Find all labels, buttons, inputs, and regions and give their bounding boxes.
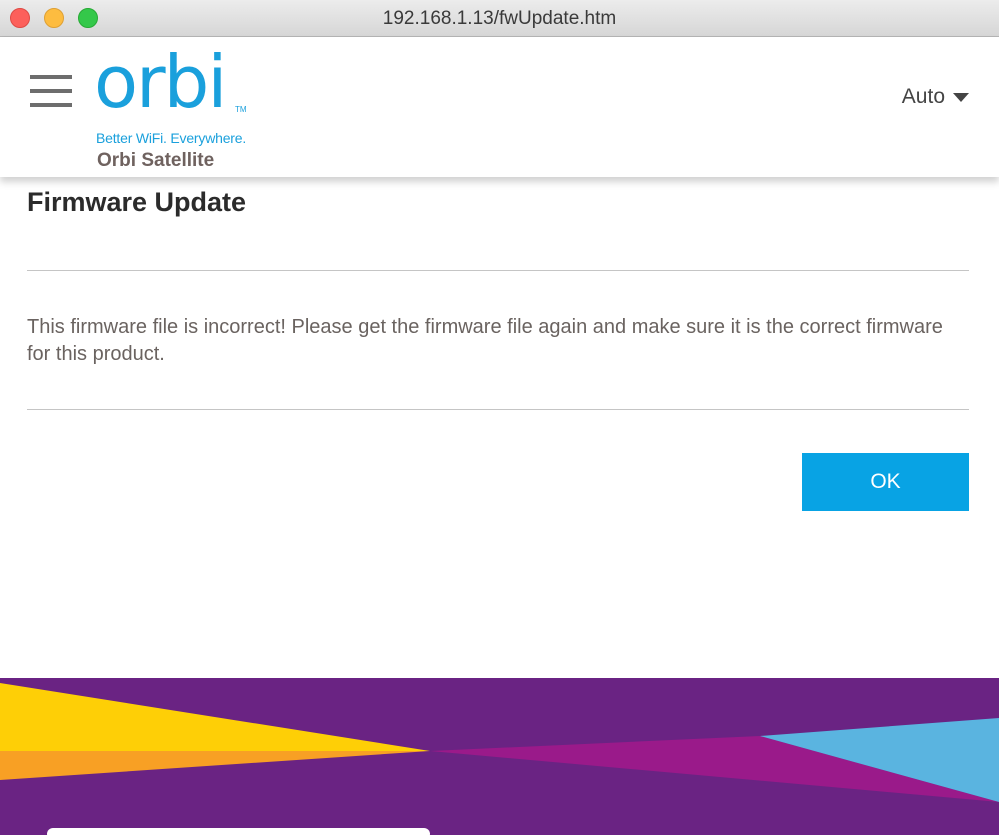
trademark-mark: TM — [235, 105, 247, 114]
orbi-logo: orbi TM — [94, 49, 247, 124]
ok-button[interactable]: OK — [802, 453, 969, 511]
hamburger-menu-icon[interactable] — [30, 75, 72, 107]
language-dropdown[interactable]: Auto — [902, 85, 969, 109]
divider-bottom — [27, 409, 969, 410]
page-header: orbi TM Better WiFi. Everywhere. Orbi Sa… — [0, 37, 999, 177]
tagline: Better WiFi. Everywhere. — [96, 130, 247, 146]
footer-graphic — [0, 678, 999, 835]
logo-text: orbi — [94, 49, 225, 124]
window-title: 192.168.1.13/fwUpdate.htm — [382, 8, 617, 29]
caret-down-icon — [953, 92, 969, 102]
language-dropdown-value: Auto — [901, 85, 945, 108]
window-titlebar: 192.168.1.13/fwUpdate.htm — [0, 0, 999, 37]
horizontal-scrollbar[interactable] — [47, 828, 430, 840]
page-title: Firmware Update — [27, 187, 247, 217]
divider-top — [27, 270, 969, 271]
product-name: Orbi Satellite — [97, 150, 215, 171]
error-message: This firmware file is incorrect! Please … — [27, 316, 943, 365]
footer-banner — [0, 678, 999, 835]
